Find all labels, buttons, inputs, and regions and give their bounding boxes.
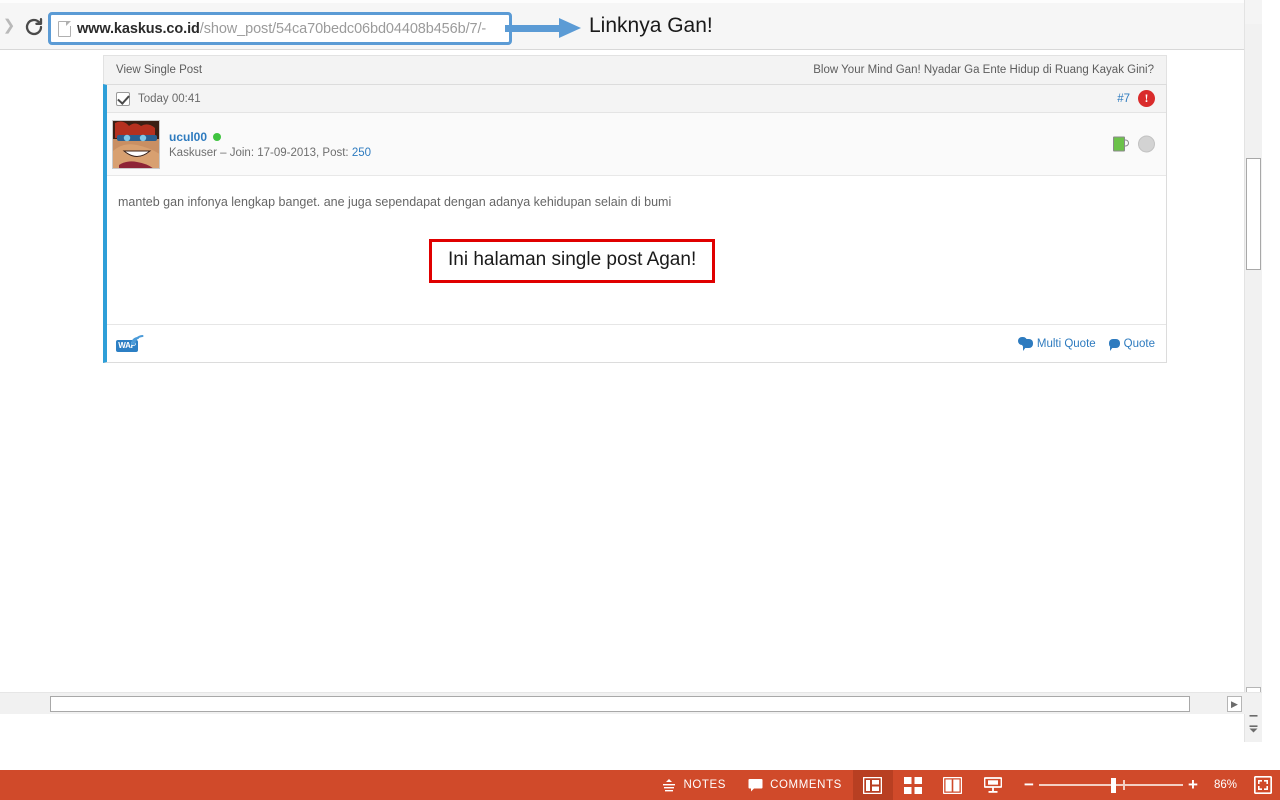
comment-bubble-icon <box>748 778 763 792</box>
url-text: www.kaskus.co.id/show_post/54ca70bedc06b… <box>77 21 486 37</box>
notes-icon <box>662 778 676 792</box>
user-badges <box>1112 135 1155 153</box>
zoom-slider[interactable] <box>1038 777 1183 793</box>
slide-sorter-view-button[interactable] <box>893 770 933 800</box>
post-header-right: #7 ! <box>1117 90 1155 107</box>
post-header: Today 00:41 #7 ! <box>107 85 1166 113</box>
post-timestamp: Today 00:41 <box>138 92 201 105</box>
vertical-scrollbar[interactable]: ▼ <box>1244 0 1262 742</box>
quote-label: Quote <box>1123 337 1155 350</box>
vertical-scroll-track-top <box>1245 0 1262 24</box>
post-number-link[interactable]: #7 <box>1117 93 1130 105</box>
annotation-arrow-label: Linknya Gan! <box>589 14 713 37</box>
arrow-shaft <box>505 25 561 32</box>
zoom-slider-tick <box>1122 780 1125 790</box>
slide-canvas[interactable]: ❯ www.kaskus.co.id/show_post/54ca70bedc0… <box>0 0 1262 742</box>
post-user-row: ucul00 Kaskuser – Join: 17-09-2013, Post… <box>107 113 1166 176</box>
horizontal-scroll-thumb[interactable] <box>50 696 1190 712</box>
notes-button[interactable]: NOTES <box>651 770 737 800</box>
post-footer: WAP Multi Quote Quote <box>107 324 1166 362</box>
reputation-cup-icon[interactable] <box>1112 136 1129 152</box>
post-header-left: Today 00:41 <box>116 91 201 106</box>
user-name-line: ucul00 <box>169 130 371 144</box>
user-post-count[interactable]: 250 <box>352 147 371 159</box>
page-topbar: View Single Post Blow Your Mind Gan! Nya… <box>103 55 1167 84</box>
slide-show-view-button[interactable] <box>973 770 1013 800</box>
quote-links: Multi Quote Quote <box>1017 337 1155 351</box>
avatar[interactable] <box>112 119 160 169</box>
annotation-callout-label: Ini halaman single post Agan! <box>448 249 697 270</box>
multi-quote-bubble-icon <box>1017 337 1033 351</box>
page-document-icon <box>58 20 71 37</box>
notes-label: NOTES <box>683 779 727 791</box>
comments-label: COMMENTS <box>770 779 842 791</box>
normal-view-button[interactable] <box>852 770 893 800</box>
user-subtitle: Kaskuser – Join: 17-09-2013, Post: 250 <box>169 147 371 159</box>
url-host: www.kaskus.co.id <box>77 20 200 37</box>
vertical-scroll-thumb[interactable] <box>1246 158 1261 270</box>
online-status-dot <box>213 132 222 141</box>
forward-arrow-icon[interactable]: ❯ <box>2 18 16 34</box>
url-path: /show_post/54ca70bedc06bd04408b456b/7/- <box>199 20 487 37</box>
browser-chrome-strip: ❯ www.kaskus.co.id/show_post/54ca70bedc0… <box>0 0 1262 50</box>
next-slide-button[interactable] <box>1246 722 1261 737</box>
arrow-head <box>559 18 581 38</box>
post-card: Today 00:41 #7 ! ucul00 Kaskuser – Join:… <box>103 84 1167 363</box>
reading-view-button[interactable] <box>933 770 973 800</box>
reload-icon[interactable] <box>22 15 46 39</box>
annotation-callout-box: Ini halaman single post Agan! <box>429 239 716 283</box>
zoom-control[interactable]: − + <box>1013 775 1209 795</box>
quote-button[interactable]: Quote <box>1108 337 1155 351</box>
horizontal-scrollbar[interactable]: ▶ <box>0 692 1262 714</box>
multi-quote-button[interactable]: Multi Quote <box>1017 337 1096 351</box>
user-subtitle-text: Kaskuser – Join: 17-09-2013, Post: <box>169 146 352 159</box>
user-award-badge-icon[interactable] <box>1138 135 1155 153</box>
zoom-percentage-label[interactable]: 86% <box>1209 779 1246 791</box>
wap-signal-waves-icon <box>131 334 144 345</box>
thread-title-label[interactable]: Blow Your Mind Gan! Nyadar Ga Ente Hidup… <box>813 64 1154 76</box>
view-single-post-label: View Single Post <box>116 64 203 76</box>
quote-bubble-icon <box>1108 339 1120 351</box>
application-window: ❯ www.kaskus.co.id/show_post/54ca70bedc0… <box>0 0 1280 800</box>
zoom-in-button[interactable]: + <box>1183 775 1203 795</box>
annotation-arrow <box>505 18 583 38</box>
fit-to-window-icon[interactable] <box>1246 770 1280 800</box>
zoom-out-button[interactable]: − <box>1019 775 1039 795</box>
kaskus-page: View Single Post Blow Your Mind Gan! Nya… <box>103 55 1167 363</box>
comments-button[interactable]: COMMENTS <box>737 770 853 800</box>
post-body-text: manteb gan infonya lengkap banget. ane j… <box>118 195 672 209</box>
status-bar: NOTES COMMENTS − + 86% <box>0 770 1280 800</box>
wap-icon: WAP <box>116 334 144 354</box>
multi-quote-label: Multi Quote <box>1036 337 1096 350</box>
scroll-right-button[interactable]: ▶ <box>1227 696 1242 712</box>
username-link[interactable]: ucul00 <box>169 130 207 144</box>
zoom-slider-handle[interactable] <box>1110 778 1116 793</box>
post-content: manteb gan infonya lengkap banget. ane j… <box>107 176 1166 324</box>
post-select-checkbox[interactable] <box>116 91 130 106</box>
url-address-bar[interactable]: www.kaskus.co.id/show_post/54ca70bedc06b… <box>48 12 512 45</box>
user-meta: ucul00 Kaskuser – Join: 17-09-2013, Post… <box>169 130 371 159</box>
report-exclamation-icon[interactable]: ! <box>1138 90 1155 107</box>
